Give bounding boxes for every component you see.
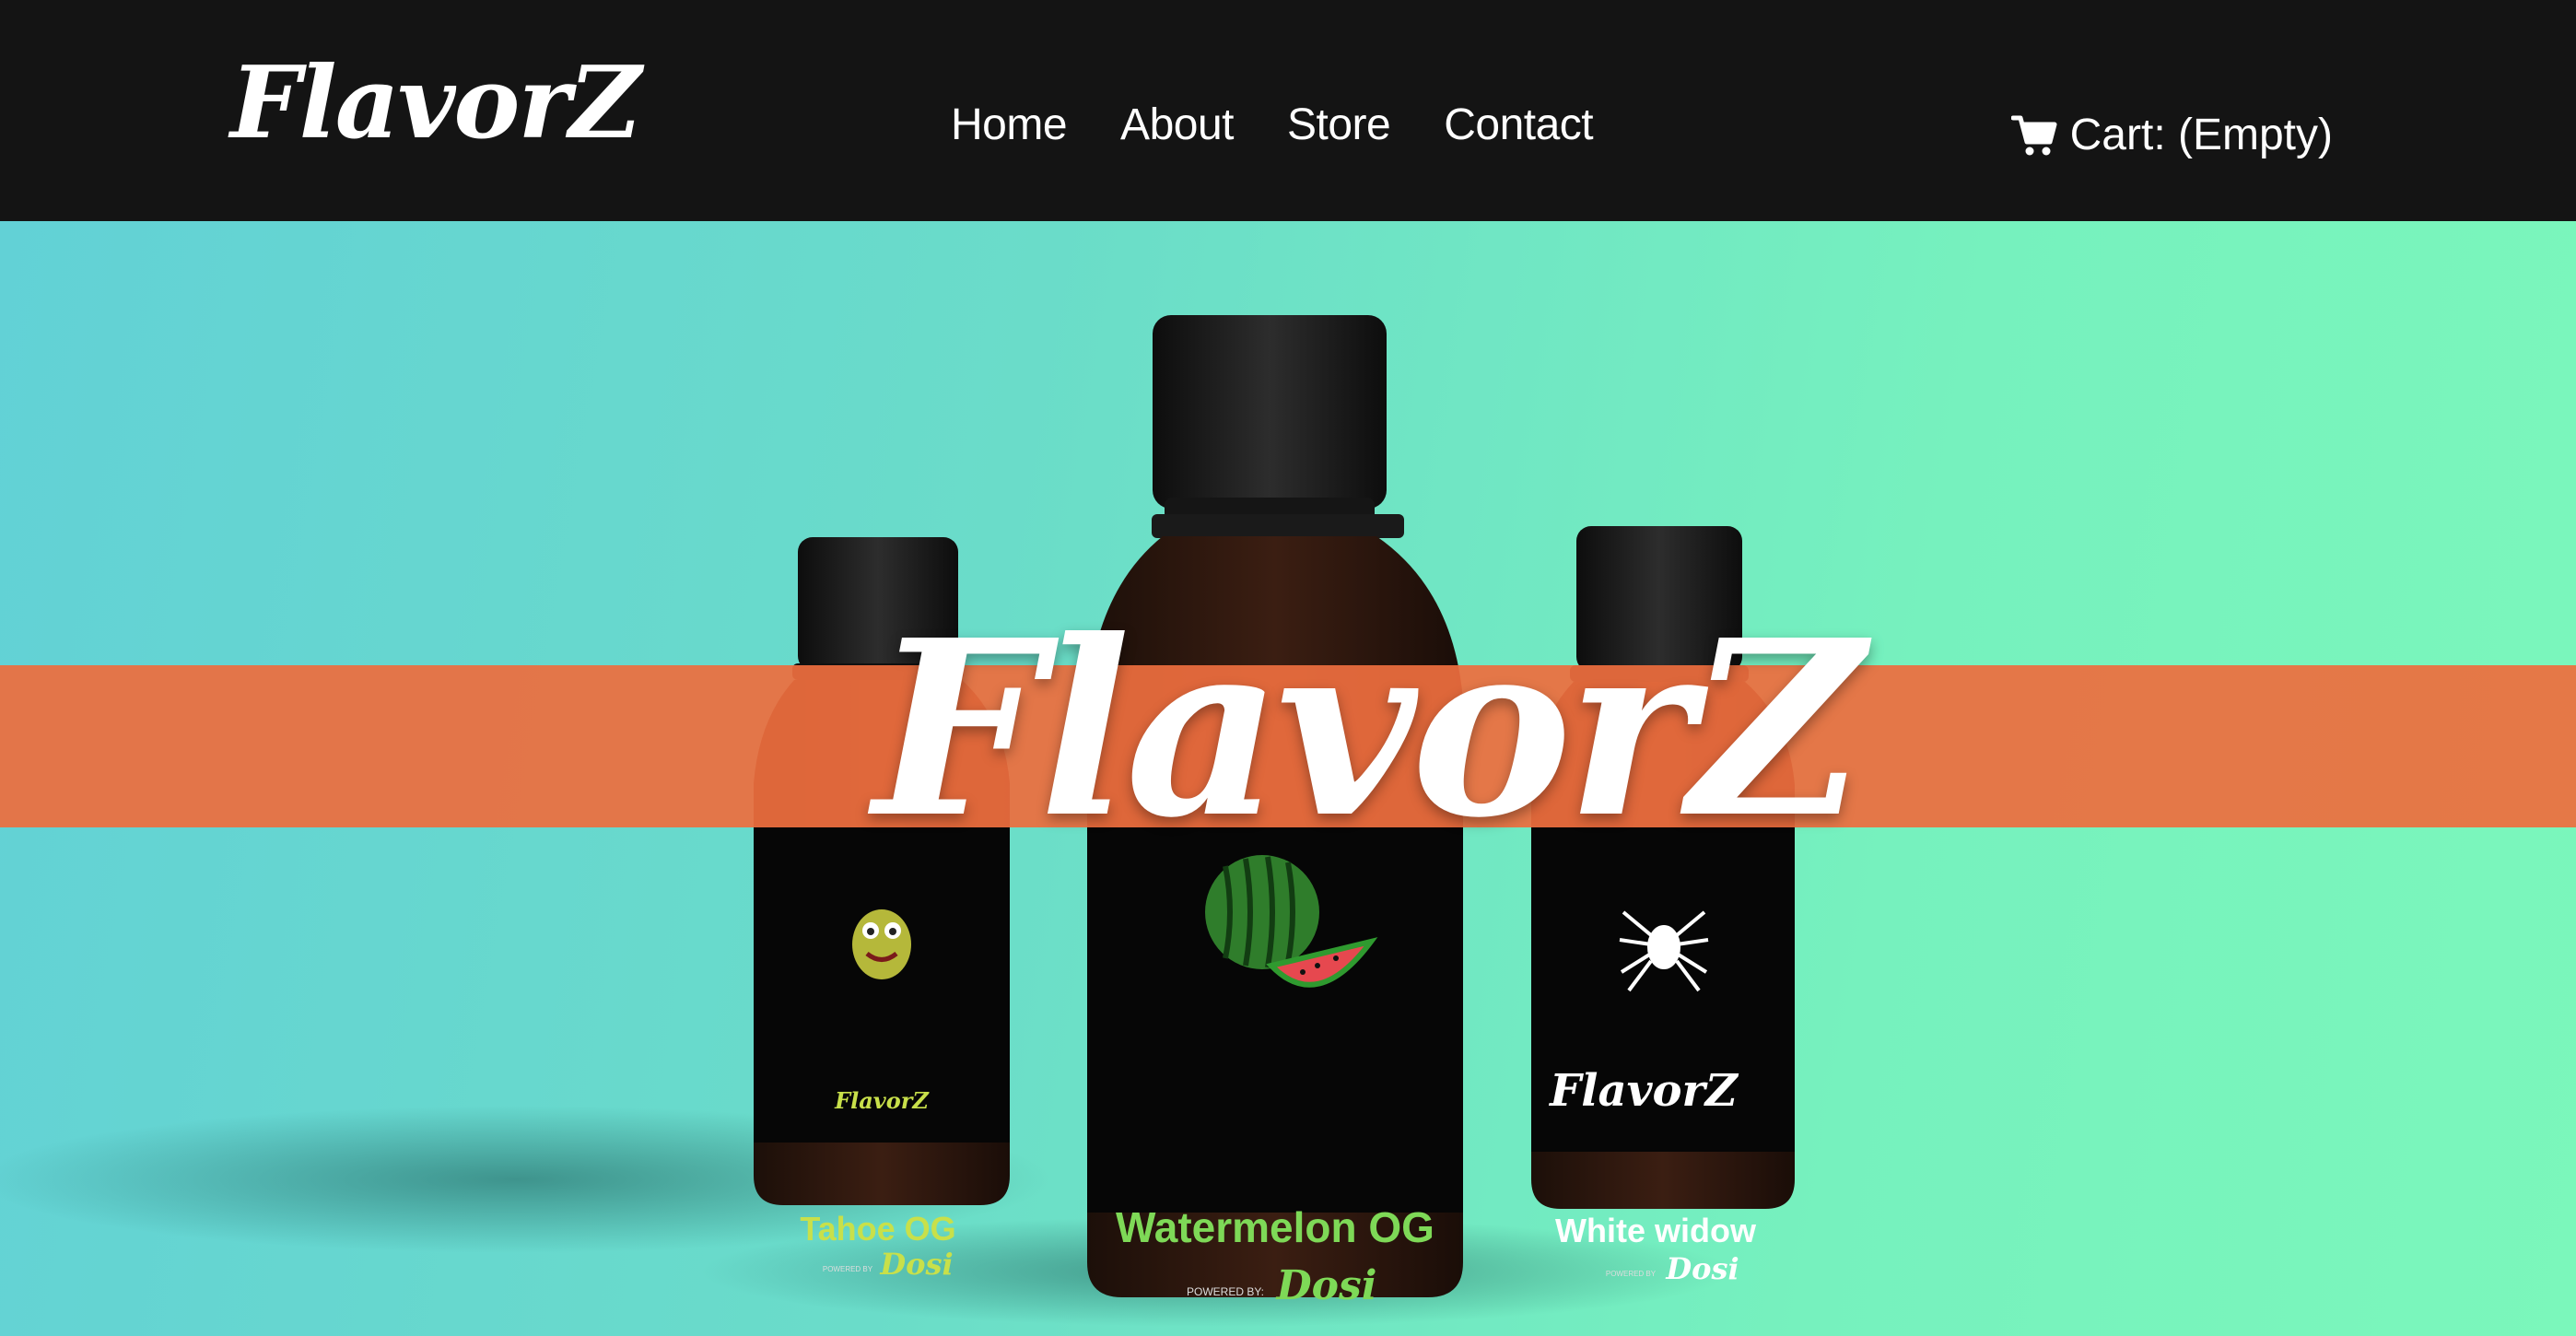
monster-icon [852, 909, 911, 979]
bottle-label-powered: POWERED BY: [1187, 1285, 1264, 1298]
bottle-label-brand: FlavorZ [1548, 1065, 1739, 1117]
bottle-label-flavor: Watermelon OG [1116, 1203, 1434, 1251]
bottle-label-brand: FlavorZ [834, 1087, 930, 1114]
bottle-label-dosi: Dosi [1275, 1262, 1377, 1309]
nav-contact[interactable]: Contact [1444, 103, 1593, 147]
bottle-label-flavor: White widow [1555, 1212, 1757, 1249]
brand-logo[interactable]: FlavorZ [230, 53, 641, 153]
bottle-label-dosi: Dosi [879, 1247, 953, 1282]
bottle-label-powered: POWERED BY [823, 1265, 873, 1273]
bottle-label-flavor: Tahoe OG [800, 1210, 955, 1248]
nav-home[interactable]: Home [951, 103, 1068, 147]
bottle-label-dosi: Dosi [1665, 1251, 1739, 1286]
cart-label: Cart: (Empty) [2069, 111, 2333, 159]
hero-logo-text: FlavorZ [873, 587, 1865, 871]
nav-about[interactable]: About [1120, 103, 1234, 147]
cart-link[interactable]: Cart: (Empty) [2010, 111, 2333, 159]
hero-banner: FlavorZ Tahoe OG POWERED BY Dosi Waterme… [0, 221, 2576, 1336]
cart-icon [2010, 112, 2057, 158]
site-header: FlavorZ Home About Store Contact Cart: (… [0, 0, 2576, 221]
nav-store[interactable]: Store [1287, 103, 1391, 147]
bottle-label-powered: POWERED BY [1606, 1270, 1657, 1278]
main-nav: Home About Store Contact [951, 103, 1594, 147]
